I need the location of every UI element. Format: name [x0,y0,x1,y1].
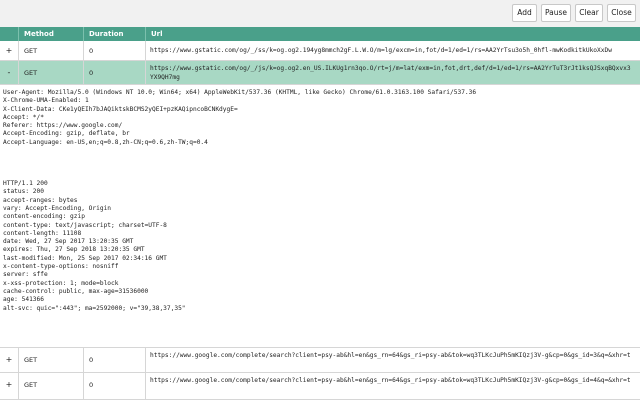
duration-cell: 0 [83,61,145,84]
expand-toggle[interactable]: + [0,41,18,60]
url-cell: https://www.gstatic.com/og/_/ss/k=og.og2… [145,41,640,60]
table-row-selected[interactable]: - GET 0 https://www.gstatic.com/og/_/js/… [0,61,640,85]
table-header: Method Duration Url [0,27,640,41]
url-column-header[interactable]: Url [145,27,640,41]
request-detail-panel: User-Agent: Mozilla/5.0 (Windows NT 10.0… [0,85,640,347]
table-row[interactable]: + GET 0 https://www.google.com/complete/… [0,347,640,373]
close-button[interactable]: Close [607,4,636,22]
expand-toggle[interactable]: + [0,348,18,372]
table-row[interactable]: + GET 0 https://www.google.com/complete/… [0,373,640,400]
table-row[interactable]: + GET 0 https://www.gstatic.com/og/_/ss/… [0,41,640,61]
url-cell: https://www.google.com/complete/search?c… [145,373,640,399]
method-cell: GET [18,348,83,372]
toggle-column-header [0,27,18,41]
duration-cell: 0 [83,41,145,60]
url-cell: https://www.gstatic.com/og/_/js/k=og.og2… [145,61,640,84]
duration-column-header[interactable]: Duration [83,27,145,41]
url-cell: https://www.google.com/complete/search?c… [145,348,640,372]
duration-cell: 0 [83,348,145,372]
duration-cell: 0 [83,373,145,399]
method-cell: GET [18,41,83,60]
method-cell: GET [18,61,83,84]
collapse-toggle[interactable]: - [0,61,18,84]
clear-button[interactable]: Clear [575,4,603,22]
response-headers-text: HTTP/1.1 200 status: 200 accept-ranges: … [3,180,186,312]
toolbar: Add Pause Clear Close [0,0,640,28]
method-column-header[interactable]: Method [18,27,83,41]
expand-toggle[interactable]: + [0,373,18,399]
add-button[interactable]: Add [512,4,537,22]
request-headers-text: User-Agent: Mozilla/5.0 (Windows NT 10.0… [3,89,477,146]
pause-button[interactable]: Pause [541,4,571,22]
method-cell: GET [18,373,83,399]
